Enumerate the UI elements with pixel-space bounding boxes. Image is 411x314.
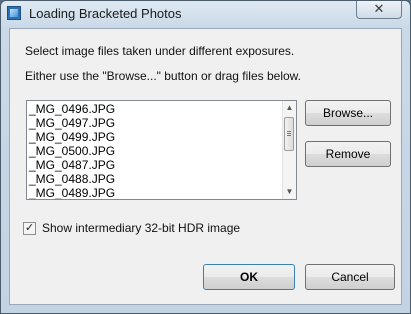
instruction-line-2: Either use the "Browse..." button or dra… — [25, 69, 301, 83]
scrollbar-thumb[interactable] — [284, 117, 294, 151]
scroll-up-arrow-icon[interactable]: ▲ — [283, 101, 296, 115]
cancel-button[interactable]: Cancel — [305, 264, 395, 290]
browse-button[interactable]: Browse... — [305, 100, 391, 126]
close-button[interactable]: ✕ — [356, 1, 402, 19]
show-hdr-checkbox[interactable]: ✓ — [23, 222, 36, 235]
file-list-item[interactable]: _MG_0487.JPG — [29, 158, 115, 172]
file-list-item[interactable]: _MG_0499.JPG — [29, 130, 115, 144]
window-title: Loading Bracketed Photos — [29, 6, 182, 21]
remove-button[interactable]: Remove — [305, 141, 391, 167]
dialog-body: Select image files taken under different… — [9, 28, 402, 305]
app-icon — [7, 6, 21, 20]
file-list-item[interactable]: _MG_0496.JPG — [29, 102, 115, 116]
file-list-item[interactable]: _MG_0500.JPG — [29, 144, 115, 158]
instruction-line-1: Select image files taken under different… — [25, 44, 295, 58]
file-list-item[interactable]: _MG_0488.JPG — [29, 172, 115, 186]
show-hdr-checkbox-label[interactable]: Show intermediary 32-bit HDR image — [42, 221, 240, 235]
file-list-item[interactable]: _MG_0497.JPG — [29, 116, 115, 130]
file-list-scrollbar[interactable]: ▲ ▼ — [282, 101, 296, 199]
checkmark-icon: ✓ — [24, 222, 35, 234]
close-icon: ✕ — [373, 1, 385, 16]
scroll-down-arrow-icon[interactable]: ▼ — [283, 185, 296, 199]
file-list[interactable]: _MG_0496.JPG _MG_0497.JPG _MG_0499.JPG _… — [26, 100, 297, 200]
title-bar[interactable]: Loading Bracketed Photos ✕ — [1, 1, 410, 27]
ok-button[interactable]: OK — [203, 264, 295, 290]
dialog-window: Loading Bracketed Photos ✕ Select image … — [0, 0, 411, 314]
file-list-item[interactable]: _MG_0489.JPG — [29, 186, 115, 199]
